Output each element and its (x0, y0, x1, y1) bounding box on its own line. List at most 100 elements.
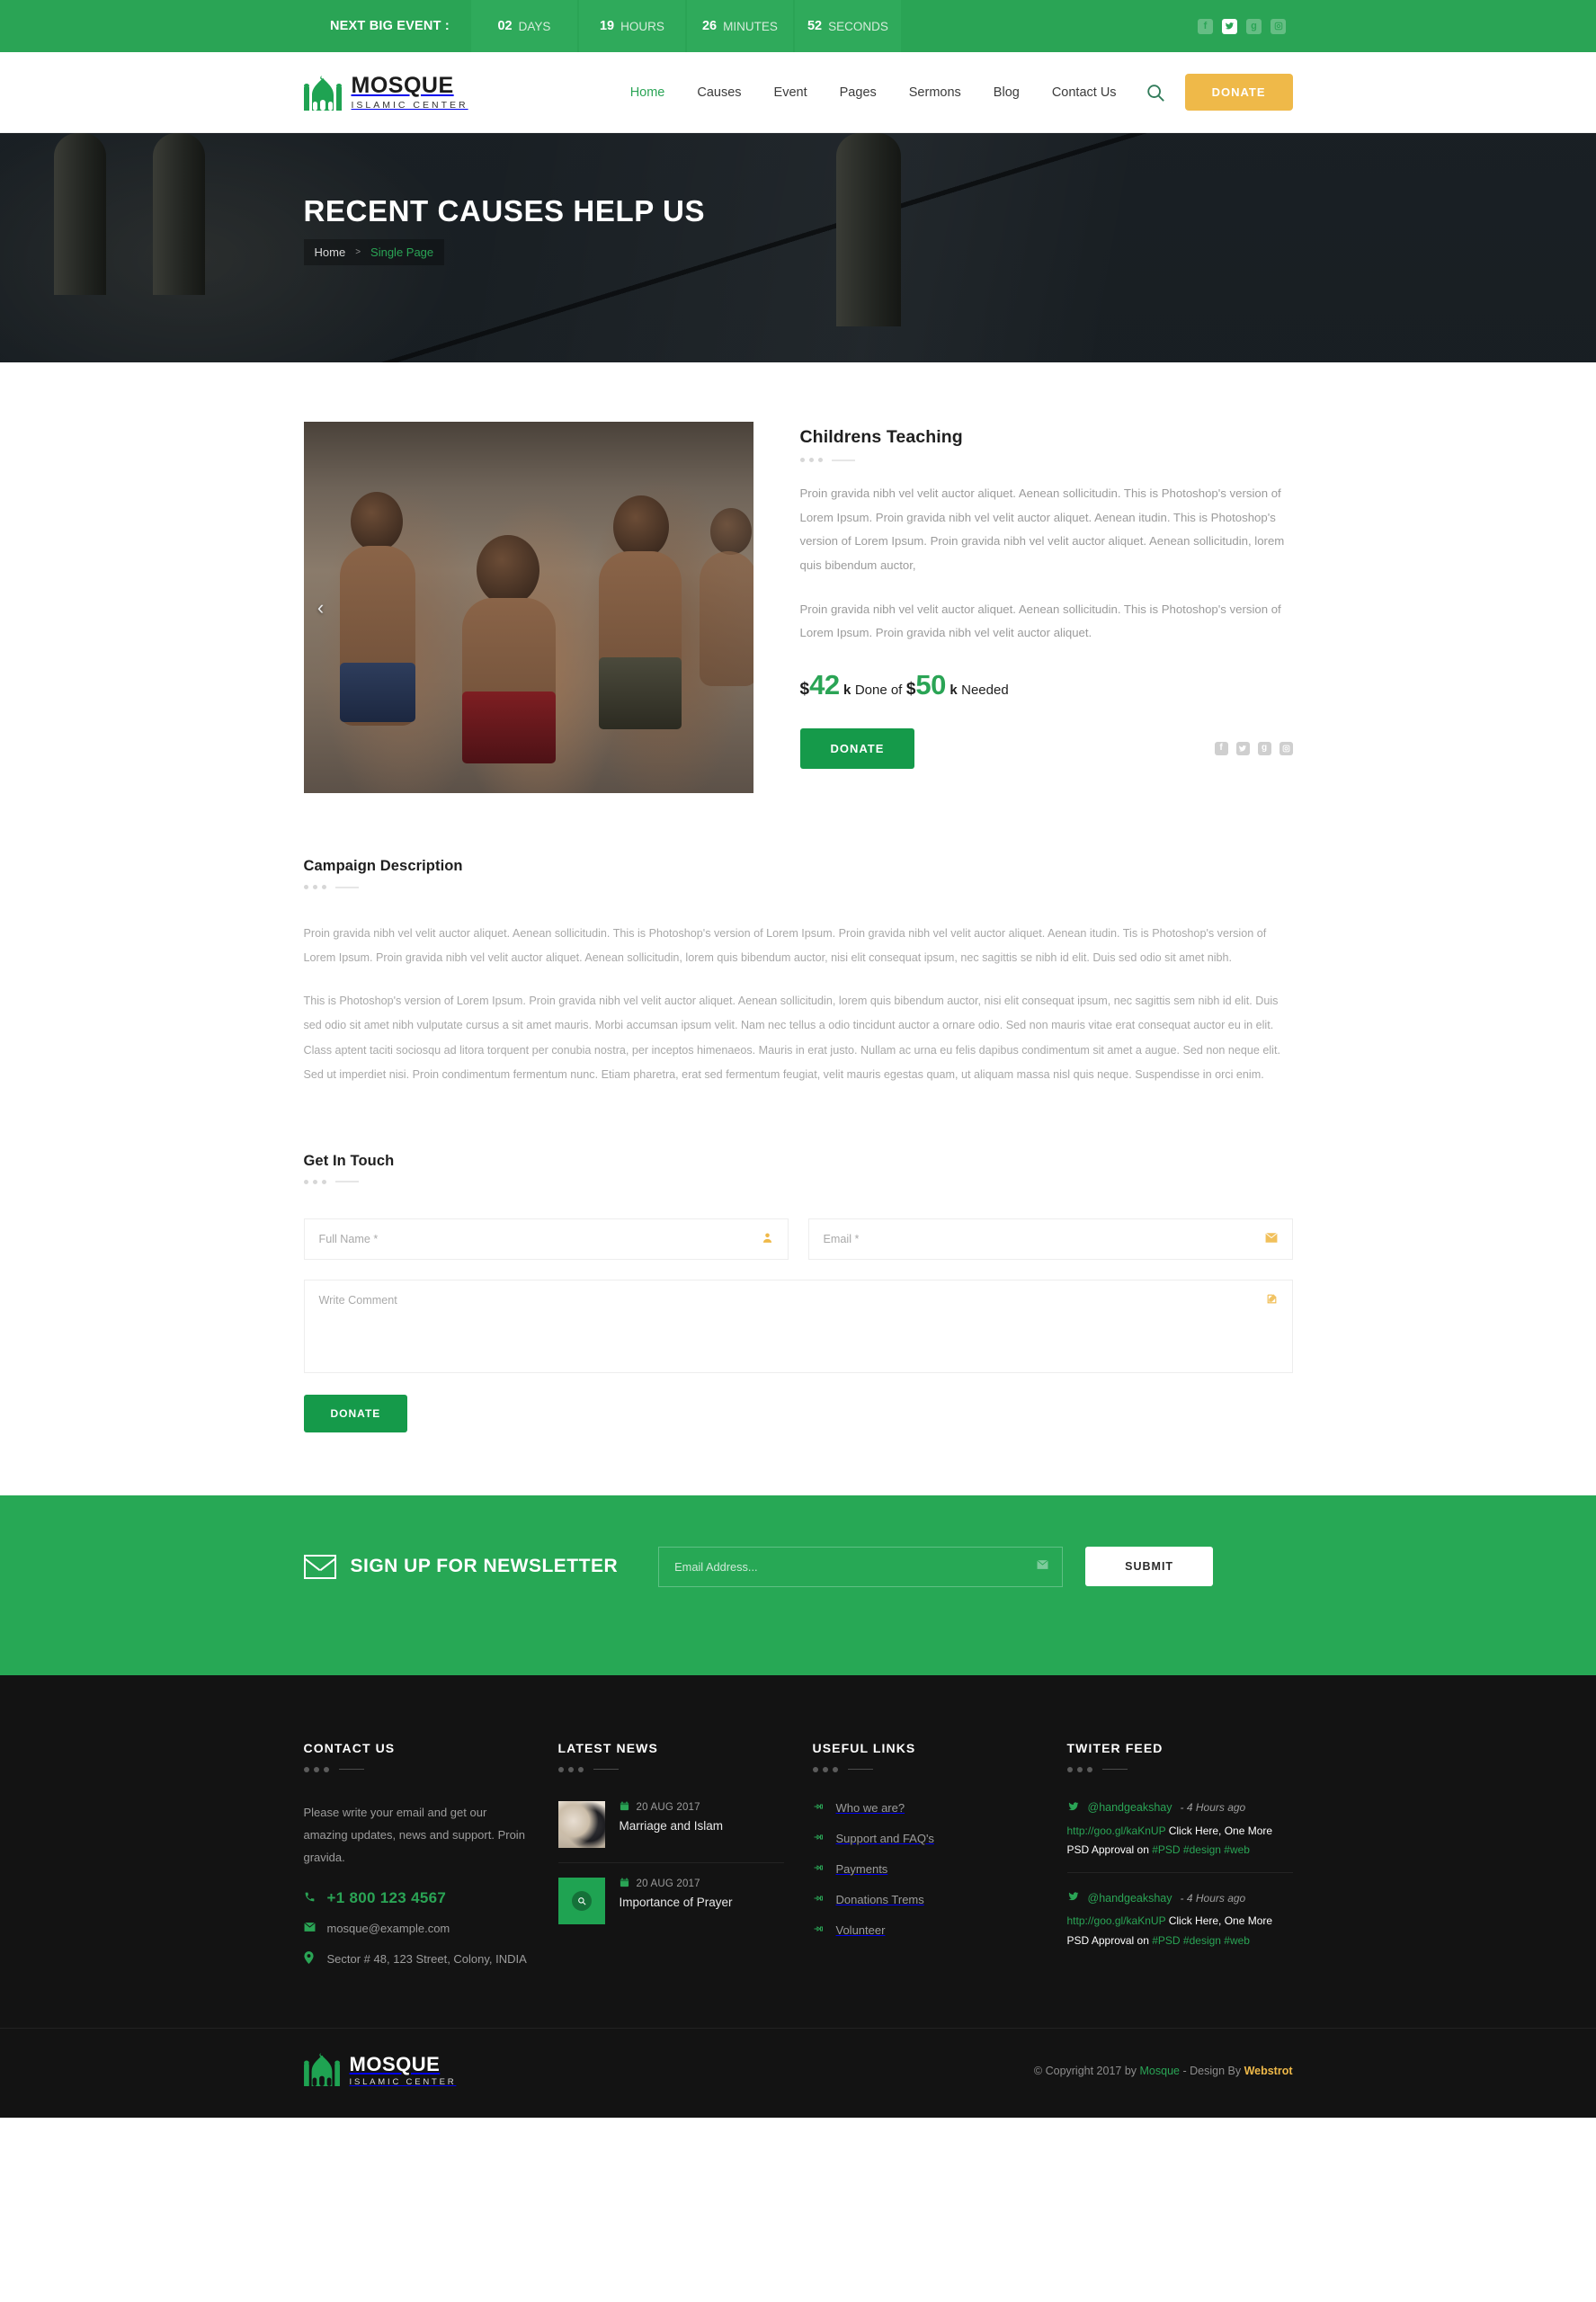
user-icon (762, 1232, 773, 1246)
cause-paragraph-1: Proin gravida nibh vel velit auctor aliq… (799, 486, 1285, 572)
countdown-seconds-value: 52 (807, 19, 823, 33)
tweet-link[interactable]: http://goo.gl/kaKnUP (1067, 1825, 1166, 1837)
envelope-icon (303, 1554, 336, 1579)
footer-link-label: Payments (835, 1861, 888, 1876)
hand-pointer-icon (813, 1832, 825, 1845)
countdown-days: 02 DAYS (468, 0, 577, 52)
news-meta: 20 AUG 2017 (620, 1801, 724, 1814)
tweet-time: - 4 Hours ago (1180, 1891, 1246, 1905)
footer-link-support-faq[interactable]: Support and FAQ's (813, 1832, 1039, 1845)
search-icon[interactable] (1146, 83, 1165, 103)
news-thumbnail[interactable] (557, 1800, 605, 1848)
news-meta: 20 AUG 2017 (620, 1878, 733, 1890)
facebook-icon[interactable]: f (1198, 18, 1213, 34)
footer-address-text: Sector # 48, 123 Street, Colony, INDIA (326, 1952, 527, 1967)
copyright-text: © Copyright 2017 by Mosque - Design By W… (1034, 2065, 1293, 2077)
comment-textarea[interactable] (304, 1280, 1292, 1368)
goal-needed-amount: 50 (915, 668, 946, 700)
news-title[interactable]: Importance of Prayer (620, 1896, 733, 1909)
get-in-touch-heading: Get In Touch (303, 1152, 395, 1169)
main-navigation: Home Causes Event Pages Sermons Blog Con… (614, 74, 1293, 111)
footer-link-volunteer[interactable]: Volunteer (813, 1923, 1039, 1937)
nav-item-pages[interactable]: Pages (824, 85, 893, 100)
contact-form-donate-button[interactable]: DONATE (303, 1394, 408, 1432)
countdown-seconds: 52 SECONDS (792, 0, 901, 52)
instagram-icon[interactable] (1271, 18, 1286, 34)
campaign-description-section: Campaign Description Proin gravida nibh … (303, 858, 1293, 1088)
hand-pointer-icon (813, 1893, 825, 1906)
footer-contact-heading: CONTACT US (303, 1740, 396, 1755)
cause-image-slider[interactable]: ‹ (303, 422, 753, 793)
footer-link-payments[interactable]: Payments (813, 1862, 1039, 1876)
list-item[interactable]: 20 AUG 2017 Importance of Prayer (557, 1877, 784, 1939)
footer-news-column: LATEST NEWS 20 AUG 2017 Marriage and Isl… (557, 1741, 813, 1981)
cause-info: Childrens Teaching Proin gravida nibh ve… (799, 422, 1293, 769)
tweet-hashtags[interactable]: #PSD #design #web (1152, 1934, 1250, 1947)
cause-donate-button[interactable]: DONATE (799, 727, 915, 769)
google-plus-icon[interactable]: g (1257, 741, 1271, 755)
nav-item-causes[interactable]: Causes (681, 85, 757, 100)
footer-twitter-column: TWITER FEED @handgeakshay - 4 Hours ago … (1066, 1741, 1293, 1981)
news-text: 20 AUG 2017 Importance of Prayer (620, 1878, 733, 1909)
tweet-username[interactable]: @handgeakshay (1088, 1801, 1172, 1814)
twitter-icon[interactable] (1235, 741, 1250, 755)
nav-item-home[interactable]: Home (614, 85, 682, 100)
slider-prev-arrow[interactable]: ‹ (309, 596, 333, 620)
fullname-field-wrap (303, 1218, 789, 1260)
banner-minaret-left-2 (153, 133, 205, 295)
donate-row: DONATE f g (799, 727, 1293, 769)
twitter-icon[interactable] (1222, 18, 1237, 34)
countdown-minutes: 26 MINUTES (684, 0, 793, 52)
goal-needed-text: Needed (961, 682, 1009, 698)
brand-tagline: ISLAMIC CENTER (351, 99, 468, 111)
phone-icon (304, 1889, 317, 1905)
footer-email-address: mosque@example.com (326, 1921, 450, 1935)
fullname-input[interactable] (304, 1218, 788, 1259)
envelope-icon (1264, 1232, 1278, 1245)
news-title[interactable]: Marriage and Islam (620, 1819, 724, 1833)
get-in-touch-section: Get In Touch Full Name * Email * Write C… (303, 1152, 1293, 1432)
list-item[interactable]: 20 AUG 2017 Marriage and Islam (557, 1800, 784, 1862)
copyright-brand[interactable]: Mosque (1140, 2065, 1180, 2077)
magnifier-icon[interactable] (571, 1890, 592, 1911)
newsletter-submit-button[interactable]: SUBMIT (1085, 1547, 1214, 1587)
footer-link-label: Donations Trems (835, 1892, 924, 1906)
breadcrumb-home[interactable]: Home (315, 245, 346, 259)
newsletter-title: SIGN UP FOR NEWSLETTER (350, 1556, 619, 1577)
footer-heading-divider (1066, 1766, 1293, 1772)
footer-email-line[interactable]: mosque@example.com (303, 1919, 530, 1938)
footer-link-who-we-are[interactable]: Who we are? (813, 1801, 1039, 1815)
tweet-link[interactable]: http://goo.gl/kaKnUP (1067, 1914, 1166, 1927)
footer-phone-line[interactable]: +1 800 123 4567 (304, 1889, 530, 1907)
campaign-paragraph-2: This is Photoshop's version of Lorem Ips… (303, 994, 1280, 1082)
news-thumbnail[interactable] (557, 1877, 605, 1924)
tweet-hashtags[interactable]: #PSD #design #web (1152, 1843, 1250, 1856)
countdown-seconds-unit: SECONDS (828, 19, 888, 33)
instagram-icon[interactable] (1279, 741, 1293, 755)
nav-item-sermons[interactable]: Sermons (893, 85, 977, 100)
newsletter-email-input[interactable] (658, 1546, 1064, 1587)
heading-divider (303, 885, 1293, 889)
countdown-days-value: 02 (497, 19, 513, 33)
hand-pointer-icon (813, 1801, 825, 1815)
tweet-username[interactable]: @handgeakshay (1088, 1892, 1172, 1905)
footer-bottom-bar: MOSQUE ISLAMIC CENTER © Copyright 2017 b… (0, 2027, 1596, 2118)
site-logo[interactable]: MOSQUE ISLAMIC CENTER (303, 74, 468, 111)
email-input[interactable] (808, 1218, 1292, 1259)
header-donate-button[interactable]: DONATE (1184, 74, 1293, 111)
footer-link-donations-terms[interactable]: Donations Trems (813, 1893, 1039, 1906)
form-row-name-email (303, 1218, 1293, 1260)
banner-minaret-left (54, 133, 106, 295)
nav-item-contact-us[interactable]: Contact Us (1036, 85, 1133, 100)
footer-logo[interactable]: MOSQUE ISLAMIC CENTER (303, 2052, 457, 2091)
google-plus-icon[interactable]: g (1246, 18, 1262, 34)
footer-heading-divider (812, 1766, 1039, 1772)
nav-item-blog[interactable]: Blog (977, 85, 1036, 100)
tweet-header: @handgeakshay - 4 Hours ago (1067, 1801, 1293, 1815)
calendar-icon (620, 1801, 629, 1814)
news-date: 20 AUG 2017 (636, 1801, 700, 1813)
nav-item-event[interactable]: Event (758, 85, 824, 100)
facebook-icon[interactable]: f (1214, 741, 1228, 755)
copyright-author[interactable]: Webstrot (1244, 2065, 1293, 2077)
footer-heading-divider (557, 1766, 784, 1772)
